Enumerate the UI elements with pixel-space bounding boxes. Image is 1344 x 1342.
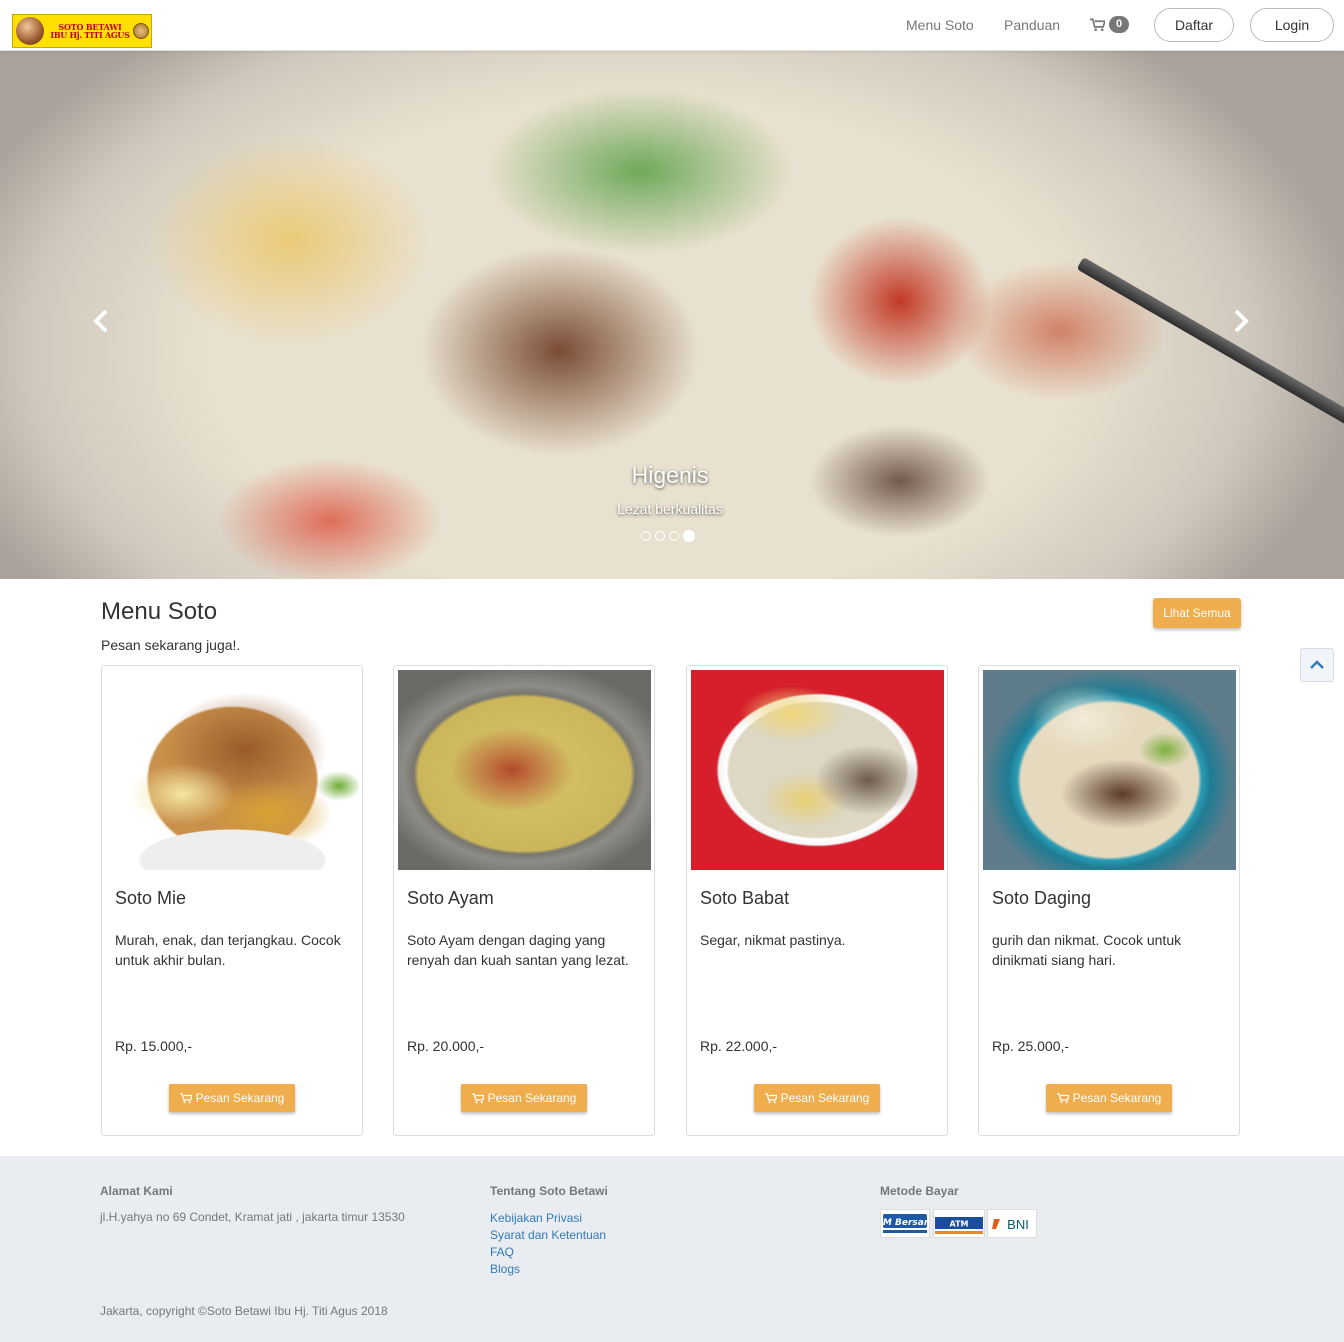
shopping-cart-icon [1090,18,1105,31]
carousel-indicator-3[interactable] [669,531,679,541]
product-name: Soto Ayam [407,888,494,908]
shopping-cart-icon [1056,1092,1069,1103]
order-button-label: Pesan Sekarang [195,1091,285,1105]
atm-icon: ATM [935,1216,983,1234]
nav-panduan[interactable]: Panduan [1004,17,1060,33]
product-image-soto-ayam[interactable] [398,670,651,870]
product-card: Soto Daging gurih dan nikmat. Cocok untu… [978,665,1240,1136]
product-image-soto-mie[interactable] [106,670,359,870]
footer-link-blogs[interactable]: Blogs [490,1261,606,1278]
logo-text: SOTO BETAWI IBU Hj. TITI AGUS [47,23,133,39]
footer-payment-heading: Metode Bayar [880,1184,959,1198]
atm-bersama-text: ATM Bersama [882,1218,928,1228]
product-price: Rp. 15.000,- [115,1038,193,1054]
product-description: gurih dan nikmat. Cocok untuk dinikmati … [992,932,1182,968]
carousel-next-chevron-right-icon[interactable] [1228,309,1252,333]
carousel-prev-chevron-left-icon[interactable] [90,309,114,333]
product-card: Soto Babat Segar, nikmat pastinya. Rp. 2… [686,665,948,1136]
atm-bersama-logo: ATM Bersama [880,1209,930,1238]
atm-logo: ATM [933,1209,985,1238]
order-button[interactable]: Pesan Sekarang [1046,1084,1172,1112]
nav-menu-soto[interactable]: Menu Soto [906,17,974,33]
carousel-caption-subtitle: Lezat berkualitas [617,501,723,517]
product-price: Rp. 25.000,- [992,1038,1070,1054]
navbar: SOTO BETAWI IBU Hj. TITI AGUS Menu Soto … [0,0,1344,51]
footer-about-links: Kebijakan Privasi Syarat dan Ketentuan F… [490,1210,606,1278]
footer-link-faq[interactable]: FAQ [490,1244,606,1261]
order-button[interactable]: Pesan Sekarang [461,1084,587,1112]
logo-line-2: IBU Hj. TITI AGUS [50,30,130,40]
atm-text: ATM [950,1219,969,1228]
register-button[interactable]: Daftar [1154,8,1234,42]
section-subtitle: Pesan sekarang juga!. [101,637,241,653]
footer-address-heading: Alamat Kami [100,1184,173,1198]
bni-icon: BNI [992,1217,1029,1232]
footer-about-heading: Tentang Soto Betawi [490,1184,608,1198]
see-all-button[interactable]: Lihat Semua [1153,598,1241,628]
hero-carousel: Higenis Lezat berkualitas [0,51,1344,579]
shopping-cart-icon [764,1092,777,1103]
product-name: Soto Daging [992,888,1092,908]
footer: Alamat Kami jl.H.yahya no 69 Condet, Kra… [0,1156,1344,1342]
product-name: Soto Mie [115,888,187,908]
cart-count-badge: 0 [1109,16,1130,33]
footer-copyright: Jakarta, copyright ©Soto Betawi Ibu Hj. … [100,1304,388,1318]
bni-text: BNI [1007,1217,1029,1232]
carousel-caption-title: Higenis [631,462,709,488]
bni-logo: BNI [987,1209,1037,1238]
carousel-indicator-4[interactable] [683,530,695,542]
order-button-label: Pesan Sekarang [780,1091,870,1105]
cart-link[interactable]: 0 [1090,16,1130,33]
order-button[interactable]: Pesan Sekarang [169,1084,295,1112]
carousel-indicator-2[interactable] [655,531,665,541]
product-price: Rp. 20.000,- [407,1038,485,1054]
chevron-up-icon [1310,660,1324,669]
product-card: Soto Mie Murah, enak, dan terjangkau. Co… [101,665,363,1136]
order-button-label: Pesan Sekarang [487,1091,577,1105]
product-price: Rp. 22.000,- [700,1038,778,1054]
order-button[interactable]: Pesan Sekarang [754,1084,880,1112]
product-description: Segar, nikmat pastinya. [700,932,846,948]
product-description: Murah, enak, dan terjangkau. Cocok untuk… [115,932,341,968]
footer-address: jl.H.yahya no 69 Condet, Kramat jati , j… [100,1210,405,1224]
product-name: Soto Babat [700,888,790,908]
scroll-to-top-button[interactable] [1300,648,1334,682]
section-title: Menu Soto [101,598,218,625]
order-button-label: Pesan Sekarang [1072,1091,1162,1105]
product-image-soto-daging[interactable] [983,670,1236,870]
spoon-decoration [1076,256,1344,440]
logo-seal-icon [133,23,149,39]
shopping-cart-icon [471,1092,484,1103]
atm-bersama-icon: ATM Bersama [882,1213,928,1233]
owner-photo [16,17,44,45]
carousel-indicators [641,530,695,542]
carousel-indicator-1[interactable] [641,531,651,541]
footer-link-privacy[interactable]: Kebijakan Privasi [490,1210,606,1227]
product-description: Soto Ayam dengan daging yang renyah dan … [407,932,629,968]
footer-link-terms[interactable]: Syarat dan Ketentuan [490,1227,606,1244]
product-card: Soto Ayam Soto Ayam dengan daging yang r… [393,665,655,1136]
login-button[interactable]: Login [1250,8,1334,42]
shopping-cart-icon [179,1092,192,1103]
product-image-soto-babat[interactable] [691,670,944,870]
brand-logo[interactable]: SOTO BETAWI IBU Hj. TITI AGUS [12,14,152,48]
